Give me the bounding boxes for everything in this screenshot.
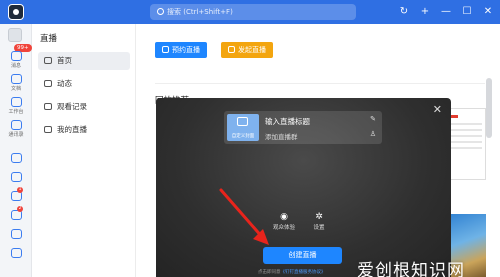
annotation-arrow	[219, 188, 269, 245]
watermark: 爱创根知识网	[357, 261, 465, 277]
